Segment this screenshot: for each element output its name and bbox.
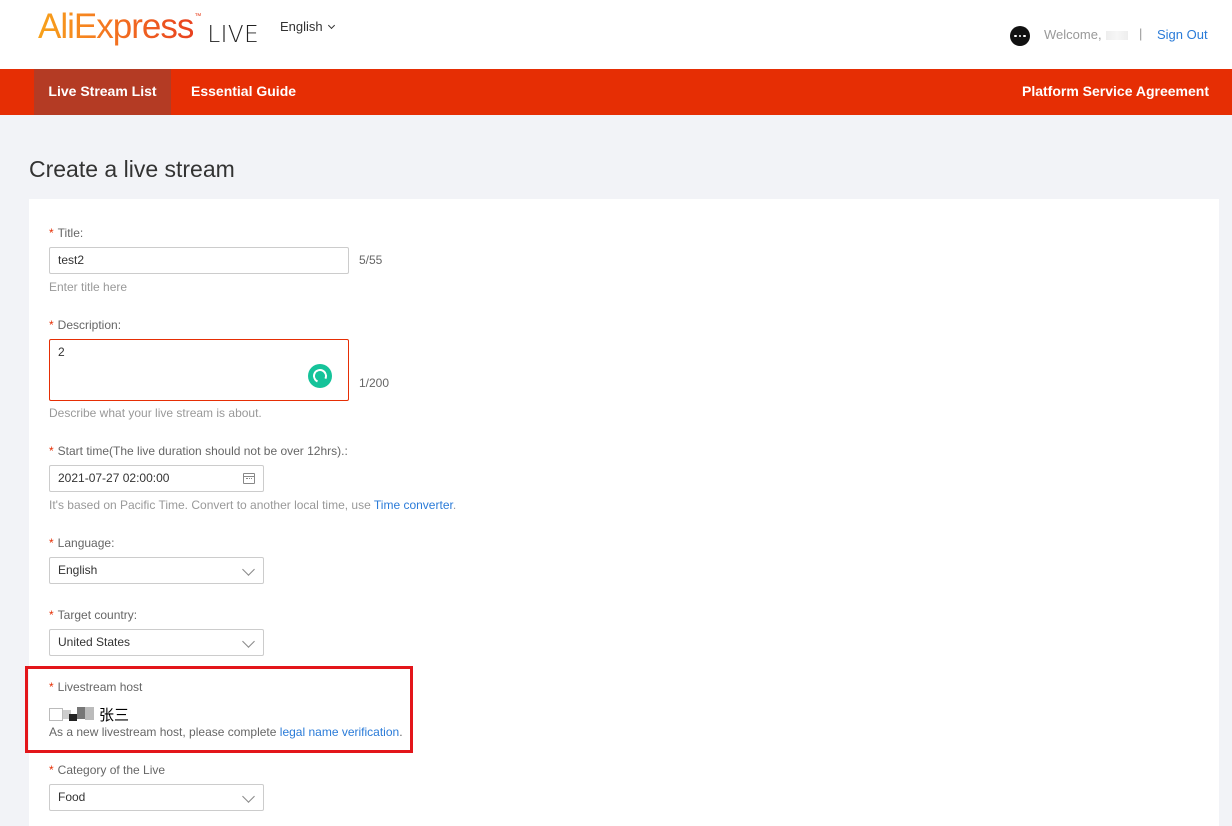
title-hint: Enter title here [49, 280, 128, 294]
title-label: * Title: [49, 226, 84, 240]
sign-out-link[interactable]: Sign Out [1157, 27, 1208, 42]
description-label: * Description: [49, 318, 122, 332]
target-country-select-value: United States [58, 635, 131, 649]
aliexpress-live-logo[interactable]: AliExpress ™ LIVE [38, 7, 260, 48]
required-mark: * [49, 608, 54, 622]
logo-live-text: LIVE [207, 22, 260, 48]
start-time-label: * Start time(The live duration should not… [49, 444, 348, 458]
header-separator: | [1139, 26, 1143, 41]
chevron-down-icon [242, 563, 255, 576]
description-hint: Describe what your live stream is about. [49, 406, 262, 420]
host-avatar [49, 706, 95, 722]
language-select[interactable]: English [49, 557, 264, 584]
livestream-host-hint: As a new livestream host, please complet… [49, 725, 403, 739]
title-char-counter: 5/55 [359, 253, 383, 267]
category-select-value: Food [58, 790, 86, 804]
start-time-value: 2021-07-27 02:00:00 [58, 471, 170, 485]
category-select[interactable]: Food [49, 784, 264, 811]
language-label: * Language: [49, 536, 115, 550]
required-mark: * [49, 680, 54, 694]
logo-text: AliExpress [38, 7, 194, 46]
main-nav: Live Stream List Essential Guide Platfor… [0, 69, 1232, 115]
start-time-hint: It's based on Pacific Time. Convert to a… [49, 498, 457, 512]
livestream-host-label: * Livestream host [49, 680, 143, 694]
description-textarea[interactable]: 2 [49, 339, 349, 401]
grammar-assistant-icon[interactable] [308, 364, 332, 388]
target-country-label: * Target country: [49, 608, 138, 622]
host-name: 张三 [99, 705, 130, 724]
category-label: * Category of the Live [49, 763, 166, 777]
top-header: AliExpress ™ LIVE English Welcome, | Sig… [0, 0, 1232, 69]
chevron-down-icon [242, 790, 255, 803]
welcome-username [1105, 31, 1128, 41]
chat-icon[interactable] [1010, 26, 1030, 46]
language-switcher-label: English [280, 19, 323, 34]
nav-item-live-stream-list[interactable]: Live Stream List [34, 69, 171, 115]
page-title: Create a live stream [29, 156, 235, 182]
required-mark: * [49, 444, 54, 458]
required-mark: * [49, 318, 54, 332]
calendar-icon[interactable] [243, 473, 255, 484]
nav-item-essential-guide[interactable]: Essential Guide [191, 69, 296, 115]
legal-name-verification-link[interactable]: legal name verification [280, 725, 399, 739]
welcome-text: Welcome, [1044, 27, 1128, 42]
livestream-host-row[interactable]: 张三 [49, 705, 130, 724]
description-char-counter: 1/200 [359, 376, 390, 390]
nav-item-platform-service-agreement[interactable]: Platform Service Agreement [1022, 69, 1209, 115]
required-mark: * [49, 536, 54, 550]
chevron-down-icon [327, 21, 335, 29]
required-mark: * [49, 763, 54, 777]
time-converter-link[interactable]: Time converter [374, 498, 453, 512]
target-country-select[interactable]: United States [49, 629, 264, 656]
language-select-value: English [58, 563, 98, 577]
chevron-down-icon [242, 635, 255, 648]
language-switcher[interactable]: English [280, 19, 335, 34]
required-mark: * [49, 226, 54, 240]
start-time-picker[interactable]: 2021-07-27 02:00:00 [49, 465, 264, 492]
title-input[interactable]: test2 [49, 247, 349, 274]
welcome-label: Welcome, [1044, 27, 1102, 42]
logo-trademark: ™ [194, 13, 202, 20]
